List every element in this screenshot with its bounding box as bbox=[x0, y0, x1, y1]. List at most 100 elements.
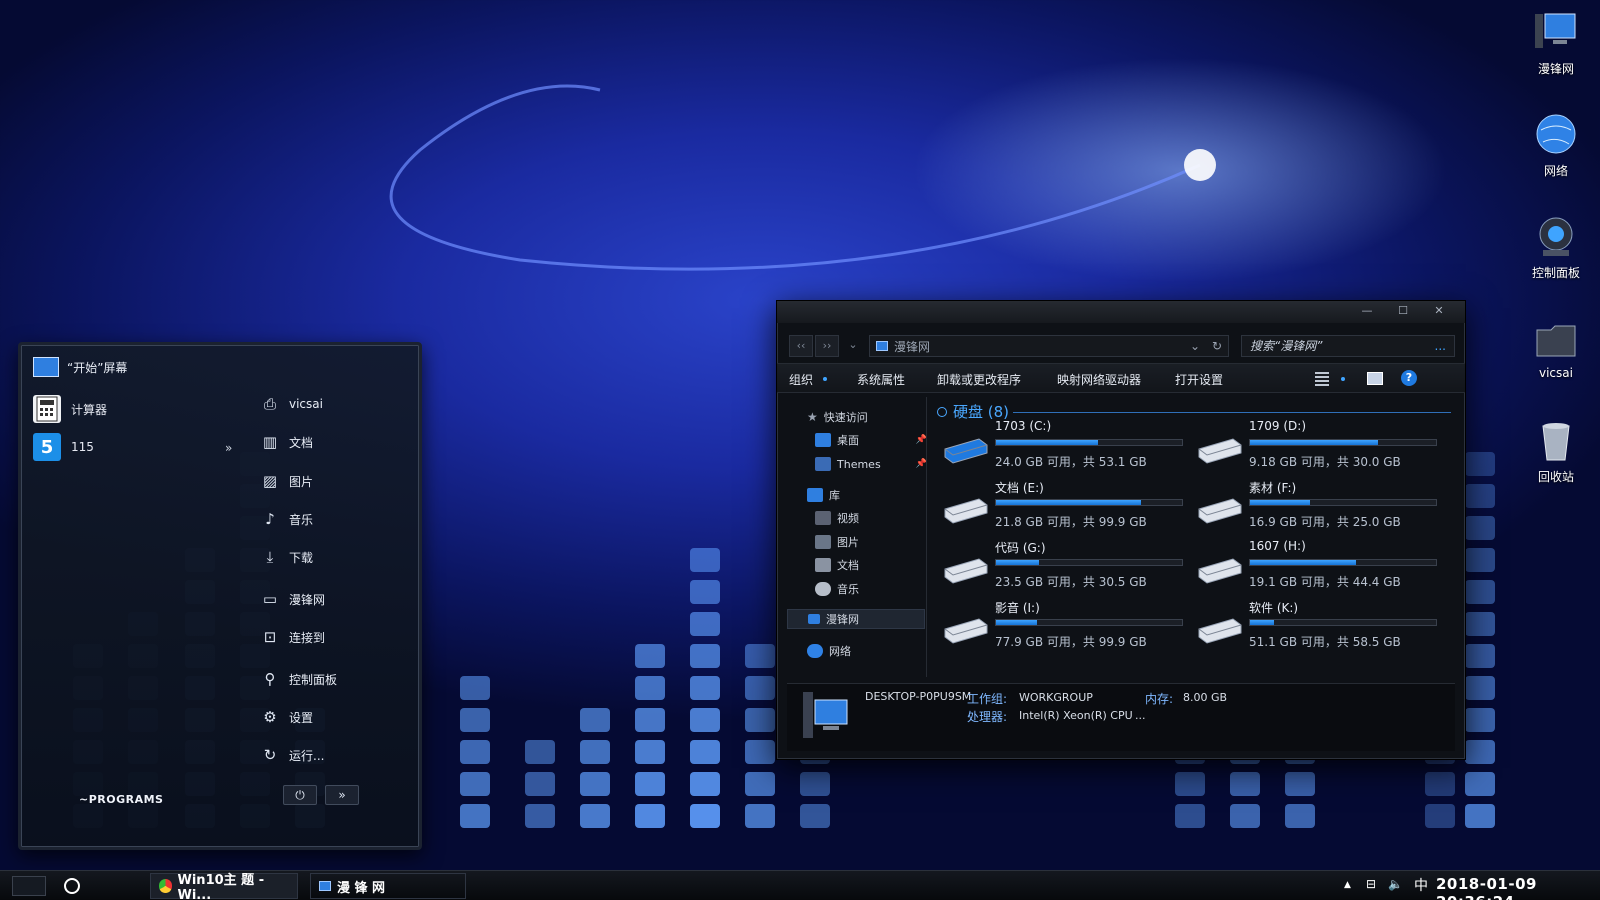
pinned-calculator[interactable]: 计算器 bbox=[33, 395, 107, 423]
hard-drive-icon bbox=[1198, 498, 1242, 524]
cortana-circle-icon[interactable] bbox=[64, 878, 80, 894]
command-uninstall-program[interactable]: 卸载或更改程序 bbox=[937, 371, 1021, 388]
drive-tile[interactable]: 代码 (G:) 23.5 GB 可用，共 30.5 GB bbox=[943, 539, 1187, 595]
ime-indicator[interactable]: 中 bbox=[1414, 875, 1428, 895]
desktop-icon-network[interactable]: 网络 bbox=[1516, 112, 1596, 179]
clock[interactable]: 2018-01-09 20:36:24 bbox=[1436, 875, 1600, 900]
menu-item-music[interactable]: ♪ 音乐 bbox=[261, 507, 313, 531]
equalizer-block bbox=[1175, 772, 1205, 796]
back-button[interactable]: ‹‹ bbox=[789, 335, 813, 357]
equalizer-block bbox=[635, 708, 665, 732]
start-button[interactable] bbox=[12, 876, 46, 896]
calculator-icon bbox=[33, 395, 61, 423]
computer-name: DESKTOP-P0PU9SM bbox=[865, 690, 972, 703]
command-system-properties[interactable]: 系统属性 bbox=[857, 371, 905, 388]
menu-item-control-panel[interactable]: ⚲ 控制面板 bbox=[261, 667, 338, 691]
drive-tile[interactable]: 文档 (E:) 21.8 GB 可用，共 99.9 GB bbox=[943, 479, 1187, 535]
menu-item-downloads[interactable]: ⤓ 下载 bbox=[261, 545, 313, 569]
menu-item-label: 文档 bbox=[289, 435, 314, 450]
nav-videos[interactable]: 视频 bbox=[815, 508, 859, 528]
menu-item-computer[interactable]: ▭ 漫锋网 bbox=[261, 587, 325, 611]
network-globe-icon bbox=[807, 644, 823, 658]
recent-locations-button[interactable]: ⌄ bbox=[841, 335, 865, 357]
menu-item-label: 漫锋网 bbox=[289, 592, 326, 607]
view-options-icon[interactable] bbox=[1315, 372, 1329, 386]
preview-pane-icon[interactable] bbox=[1367, 372, 1383, 385]
address-dropdown-icon[interactable]: ⌄ bbox=[1190, 339, 1200, 353]
refresh-icon[interactable]: ↻ bbox=[1206, 339, 1228, 353]
network-tray-icon[interactable]: ⊟ bbox=[1366, 877, 1376, 891]
nav-this-pc[interactable]: 漫锋网 bbox=[787, 609, 925, 629]
taskbar-item-chrome[interactable]: Win10主 题 - Wi... bbox=[150, 873, 298, 900]
drive-usage-bar bbox=[995, 559, 1183, 566]
desktop-icon-control-panel[interactable]: 控制面板 bbox=[1516, 214, 1596, 281]
menu-item-settings[interactable]: ⚙ 设置 bbox=[261, 705, 313, 729]
close-button[interactable]: ✕ bbox=[1423, 303, 1455, 319]
documents-icon bbox=[815, 558, 831, 572]
help-icon[interactable]: ? bbox=[1401, 370, 1417, 386]
desktop-icon-recycle-bin[interactable]: 回收站 bbox=[1516, 418, 1596, 485]
drive-tile[interactable]: 影音 (I:) 77.9 GB 可用，共 99.9 GB bbox=[943, 599, 1187, 655]
nav-themes[interactable]: Themes 📌 bbox=[815, 454, 927, 474]
computer-large-icon bbox=[801, 690, 851, 742]
command-bar: 组织 系统属性 卸载或更改程序 映射网络驱动器 打开设置 ? bbox=[777, 363, 1465, 393]
menu-item-label: 图片 bbox=[289, 474, 314, 489]
memory-value: 8.00 GB bbox=[1183, 691, 1228, 704]
taskbar-item-explorer[interactable]: 漫 锋 网 bbox=[310, 873, 466, 899]
pin-icon[interactable]: 📌 bbox=[916, 459, 927, 469]
equalizer-block bbox=[1425, 804, 1455, 828]
desktop-icon-user-folder[interactable]: vicsai bbox=[1516, 316, 1596, 380]
drive-tile[interactable]: 软件 (K:) 51.1 GB 可用，共 58.5 GB bbox=[1197, 599, 1441, 655]
menu-item-pictures[interactable]: ▨ 图片 bbox=[261, 469, 313, 493]
nav-quick-access[interactable]: ★ 快速访问 bbox=[807, 407, 868, 427]
menu-item-connect[interactable]: ⊡ 连接到 bbox=[261, 625, 325, 649]
address-text: 漫锋网 bbox=[894, 339, 931, 354]
minimize-button[interactable]: — bbox=[1351, 303, 1383, 319]
hard-drive-icon bbox=[944, 438, 988, 464]
drive-tile[interactable]: 素材 (F:) 16.9 GB 可用，共 25.0 GB bbox=[1197, 479, 1441, 535]
all-programs-button[interactable]: ~PROGRAMS bbox=[79, 793, 163, 806]
search-input[interactable]: 搜索“漫锋网” ... bbox=[1241, 335, 1455, 357]
volume-icon[interactable]: 🔈 bbox=[1388, 877, 1403, 891]
equalizer-block bbox=[1465, 580, 1495, 604]
drive-tile[interactable]: 1709 (D:) 9.18 GB 可用，共 30.0 GB bbox=[1197, 419, 1441, 475]
start-screen-link[interactable]: “开始”屏幕 bbox=[33, 357, 127, 377]
command-map-network-drive[interactable]: 映射网络驱动器 bbox=[1057, 371, 1141, 388]
equalizer-block bbox=[800, 772, 830, 796]
drive-tile[interactable]: 1703 (C:) 24.0 GB 可用，共 53.1 GB bbox=[943, 419, 1187, 475]
control-panel-icon bbox=[1533, 214, 1579, 260]
command-organize[interactable]: 组织 bbox=[789, 371, 813, 388]
pin-icon[interactable]: 📌 bbox=[916, 435, 927, 445]
drive-name: 1607 (H:) bbox=[1249, 539, 1306, 553]
desktop-icon-computer[interactable]: 漫锋网 bbox=[1516, 10, 1596, 77]
menu-item-user[interactable]: ⎙ vicsai bbox=[261, 392, 323, 416]
forward-button[interactable]: ›› bbox=[815, 335, 839, 357]
command-open-settings[interactable]: 打开设置 bbox=[1175, 371, 1223, 388]
drive-tile[interactable]: 1607 (H:) 19.1 GB 可用，共 44.4 GB bbox=[1197, 539, 1441, 595]
maximize-button[interactable]: ☐ bbox=[1387, 303, 1419, 319]
power-button[interactable]: ⏻ bbox=[283, 785, 317, 805]
collapse-icon[interactable] bbox=[937, 406, 947, 417]
tray-overflow-icon[interactable]: ▲ bbox=[1344, 880, 1351, 890]
equalizer-block bbox=[1465, 516, 1495, 540]
pinned-115[interactable]: 5 115 bbox=[33, 433, 94, 461]
nav-network[interactable]: 网络 bbox=[807, 641, 851, 661]
nav-libraries[interactable]: 库 bbox=[807, 485, 840, 505]
equalizer-block bbox=[1465, 612, 1495, 636]
menu-item-run[interactable]: ↻ 运行... bbox=[261, 743, 325, 767]
window-titlebar[interactable]: — ☐ ✕ bbox=[777, 301, 1465, 323]
equalizer-block bbox=[635, 804, 665, 828]
power-options-button[interactable]: » bbox=[325, 785, 359, 805]
nav-music[interactable]: 音乐 bbox=[815, 579, 859, 599]
nav-pictures[interactable]: 图片 bbox=[815, 532, 859, 552]
pinned-expand-arrow[interactable]: » bbox=[225, 441, 232, 455]
menu-item-label: 下载 bbox=[289, 550, 314, 565]
menu-item-documents[interactable]: ▥ 文档 bbox=[261, 430, 313, 454]
computer-icon bbox=[1533, 10, 1579, 56]
nav-desktop[interactable]: 桌面 📌 bbox=[815, 430, 927, 450]
desktop-icon-label: 控制面板 bbox=[1531, 266, 1580, 280]
app-115-icon: 5 bbox=[33, 433, 61, 461]
nav-documents[interactable]: 文档 bbox=[815, 555, 859, 575]
address-field[interactable]: 漫锋网 ⌄ ↻ bbox=[869, 335, 1229, 357]
equalizer-block bbox=[1465, 772, 1495, 796]
